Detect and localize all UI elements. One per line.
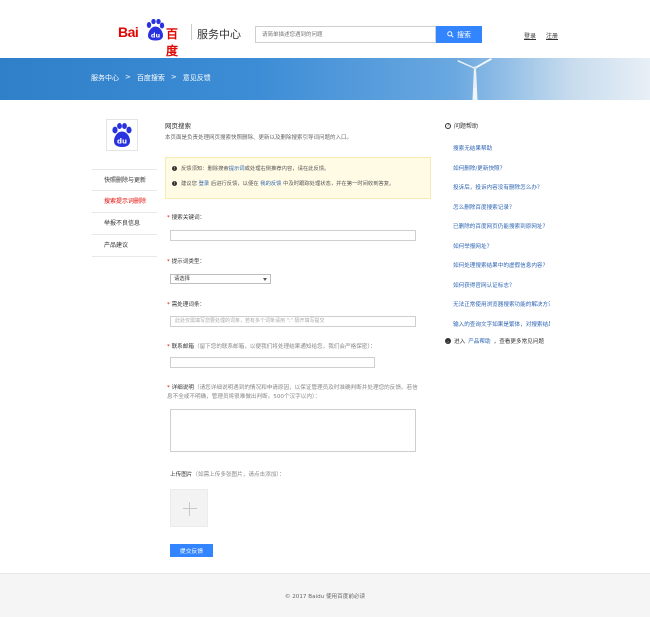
- service-center-title: 服务中心: [197, 28, 241, 41]
- logo-text-left: Bai: [118, 24, 139, 40]
- paw-logo-icon: du: [146, 19, 165, 41]
- breadcrumb-separator: >: [170, 73, 177, 81]
- register-link[interactable]: 注册: [546, 31, 558, 40]
- notice-text: 或处理右侧推荐内容，请在此反馈。: [244, 166, 330, 172]
- breadcrumb-service-center[interactable]: 服务中心: [91, 73, 119, 83]
- section-title: 网页搜索: [165, 122, 191, 130]
- help-item[interactable]: 如何删除/更新快照？: [445, 164, 550, 184]
- arrow-right-icon: ›: [445, 338, 451, 344]
- footer: © 2017 Baidu 使用百度前必读: [0, 573, 650, 617]
- email-input[interactable]: [170, 357, 375, 368]
- notice-login-link[interactable]: 登录: [199, 181, 210, 187]
- type-label: * 提示词类型：: [167, 259, 206, 265]
- search-button[interactable]: 搜索: [436, 26, 482, 43]
- banner: 服务中心 > 百度搜索 > 意见反馈: [0, 58, 650, 100]
- sidebar-item-suggestion-delete[interactable]: 搜索提示词删除: [92, 191, 157, 213]
- help-item[interactable]: 投诉后，投诉内容没有删除怎么办？: [445, 183, 550, 203]
- search-icon: [447, 31, 454, 38]
- detail-textarea[interactable]: [170, 409, 416, 452]
- help-title: ? 问题帮助: [445, 121, 550, 130]
- footer-copyright[interactable]: © 2017 Baidu 使用百度前必读: [0, 592, 650, 600]
- help-item[interactable]: 如何处理搜索结果中的虚假信息内容？: [445, 261, 550, 281]
- submit-feedback-button[interactable]: 提交反馈: [170, 544, 213, 557]
- paw-badge-text: du: [117, 138, 127, 146]
- my-feedback-link[interactable]: 我的反馈: [260, 181, 281, 187]
- help-item[interactable]: 搜索无结果帮助: [445, 144, 550, 164]
- suggestion-word-link[interactable]: 提示词: [229, 166, 245, 172]
- login-link[interactable]: 登录: [524, 31, 536, 40]
- words-label: * 需处理词条：: [167, 302, 206, 308]
- breadcrumb-baidu-search[interactable]: 百度搜索: [137, 73, 165, 83]
- notice-text: 中及时跟踪处理状态，并在第一时间收到答复。: [283, 181, 395, 187]
- plus-icon-vertical: [189, 502, 190, 516]
- search-input[interactable]: [255, 26, 436, 43]
- notice-text: 建议您: [181, 181, 197, 187]
- breadcrumb-separator: >: [125, 73, 131, 81]
- help-panel: ? 问题帮助 搜索无结果帮助 如何删除/更新快照？ 投诉后，投诉内容没有删除怎么…: [445, 121, 550, 345]
- product-help-link[interactable]: 产品帮助: [468, 337, 490, 345]
- type-select[interactable]: 请选择: [170, 274, 271, 284]
- baidu-paw-badge: du: [106, 119, 138, 151]
- type-select-value: 请选择: [174, 276, 190, 282]
- sidebar-item-snapshot[interactable]: 快照删除与更新: [92, 169, 157, 191]
- upload-label: 上传图片（如需上传多张图片，请点击添加）：: [170, 472, 285, 478]
- breadcrumb: 服务中心 > 百度搜索 > 意见反馈: [91, 73, 211, 83]
- help-item[interactable]: 如何举报网址？: [445, 242, 550, 262]
- sidebar-menu: 快照删除与更新 搜索提示词删除 举报不良信息 产品建议: [92, 169, 157, 257]
- breadcrumb-feedback: 意见反馈: [182, 74, 211, 82]
- baidu-logo[interactable]: Bai du 百度: [118, 18, 188, 58]
- email-label: * 联系邮箱（留下您的联系邮箱，以便我们将处理结果通知给您，我们会严格保密）：: [167, 344, 376, 350]
- search-button-label: 搜索: [457, 30, 471, 39]
- wind-turbine-illustration: [457, 58, 492, 100]
- header: Bai du 百度 服务中心 搜索 登录 注册: [0, 0, 650, 58]
- help-title-text: 问题帮助: [454, 123, 479, 130]
- info-icon: !: [172, 165, 177, 171]
- plus-icon: [183, 508, 197, 509]
- sidebar-item-report[interactable]: 举报不良信息: [92, 213, 157, 235]
- main-section-header: 网页搜索 本页面是负责处理网页搜索快照删除、更新以及删除搜索引导词问题的入口。: [165, 120, 431, 141]
- upload-image-button[interactable]: [170, 489, 208, 527]
- help-item[interactable]: 怎么删除百度搜索记录？: [445, 203, 550, 223]
- section-description: 本页面是负责处理网页搜索快照删除、更新以及删除搜索引导词问题的入口。: [165, 135, 353, 141]
- question-icon: ?: [445, 122, 451, 129]
- sidebar-item-product-advice[interactable]: 产品建议: [92, 235, 157, 257]
- notice-line-1: ! 反馈须知：删除搜索提示词或处理右侧推荐内容，请在此反馈。: [172, 164, 424, 172]
- notice-text: 后进行反馈，以便在: [210, 181, 259, 187]
- help-item[interactable]: 如何获得官网认证标志？: [445, 281, 550, 301]
- help-more: › 进入 产品帮助 ，查看更多常见问题: [445, 337, 550, 345]
- logo-badge: du: [151, 32, 161, 40]
- chevron-down-icon: [263, 278, 267, 281]
- keyword-label: * 搜索关键词：: [167, 215, 206, 221]
- help-item[interactable]: 已删除的百度网页仍能搜索到原网址？: [445, 222, 550, 242]
- paw-icon: du: [112, 123, 132, 147]
- notice-text: 反馈须知：删除搜索: [181, 166, 229, 172]
- info-icon: !: [172, 180, 177, 186]
- logo-divider: [191, 24, 192, 40]
- help-more-text: 进入: [454, 339, 466, 345]
- notice-line-2: ! 建议您 登录 后进行反馈，以便在 我的反馈 中及时跟踪处理状态，并在第一时间…: [172, 179, 424, 187]
- words-input[interactable]: 此处仅需填写您要处理的词条，若有多个词条请用 ";" 隔开填写提交: [170, 316, 416, 327]
- notice-box: ! 反馈须知：删除搜索提示词或处理右侧推荐内容，请在此反馈。 ! 建议您 登录 …: [165, 157, 431, 199]
- keyword-input[interactable]: [170, 230, 416, 241]
- help-item[interactable]: 无法正常使用浏览器搜索功能的解决方法: [445, 300, 550, 320]
- logo-text-right: 百度: [166, 27, 179, 58]
- help-more-text: ，查看更多常见问题: [493, 339, 544, 345]
- detail-label: * 详细说明（请您详细说明遇到的情况和申请原因，以保证管理员及时准确判断并处理您…: [167, 385, 418, 400]
